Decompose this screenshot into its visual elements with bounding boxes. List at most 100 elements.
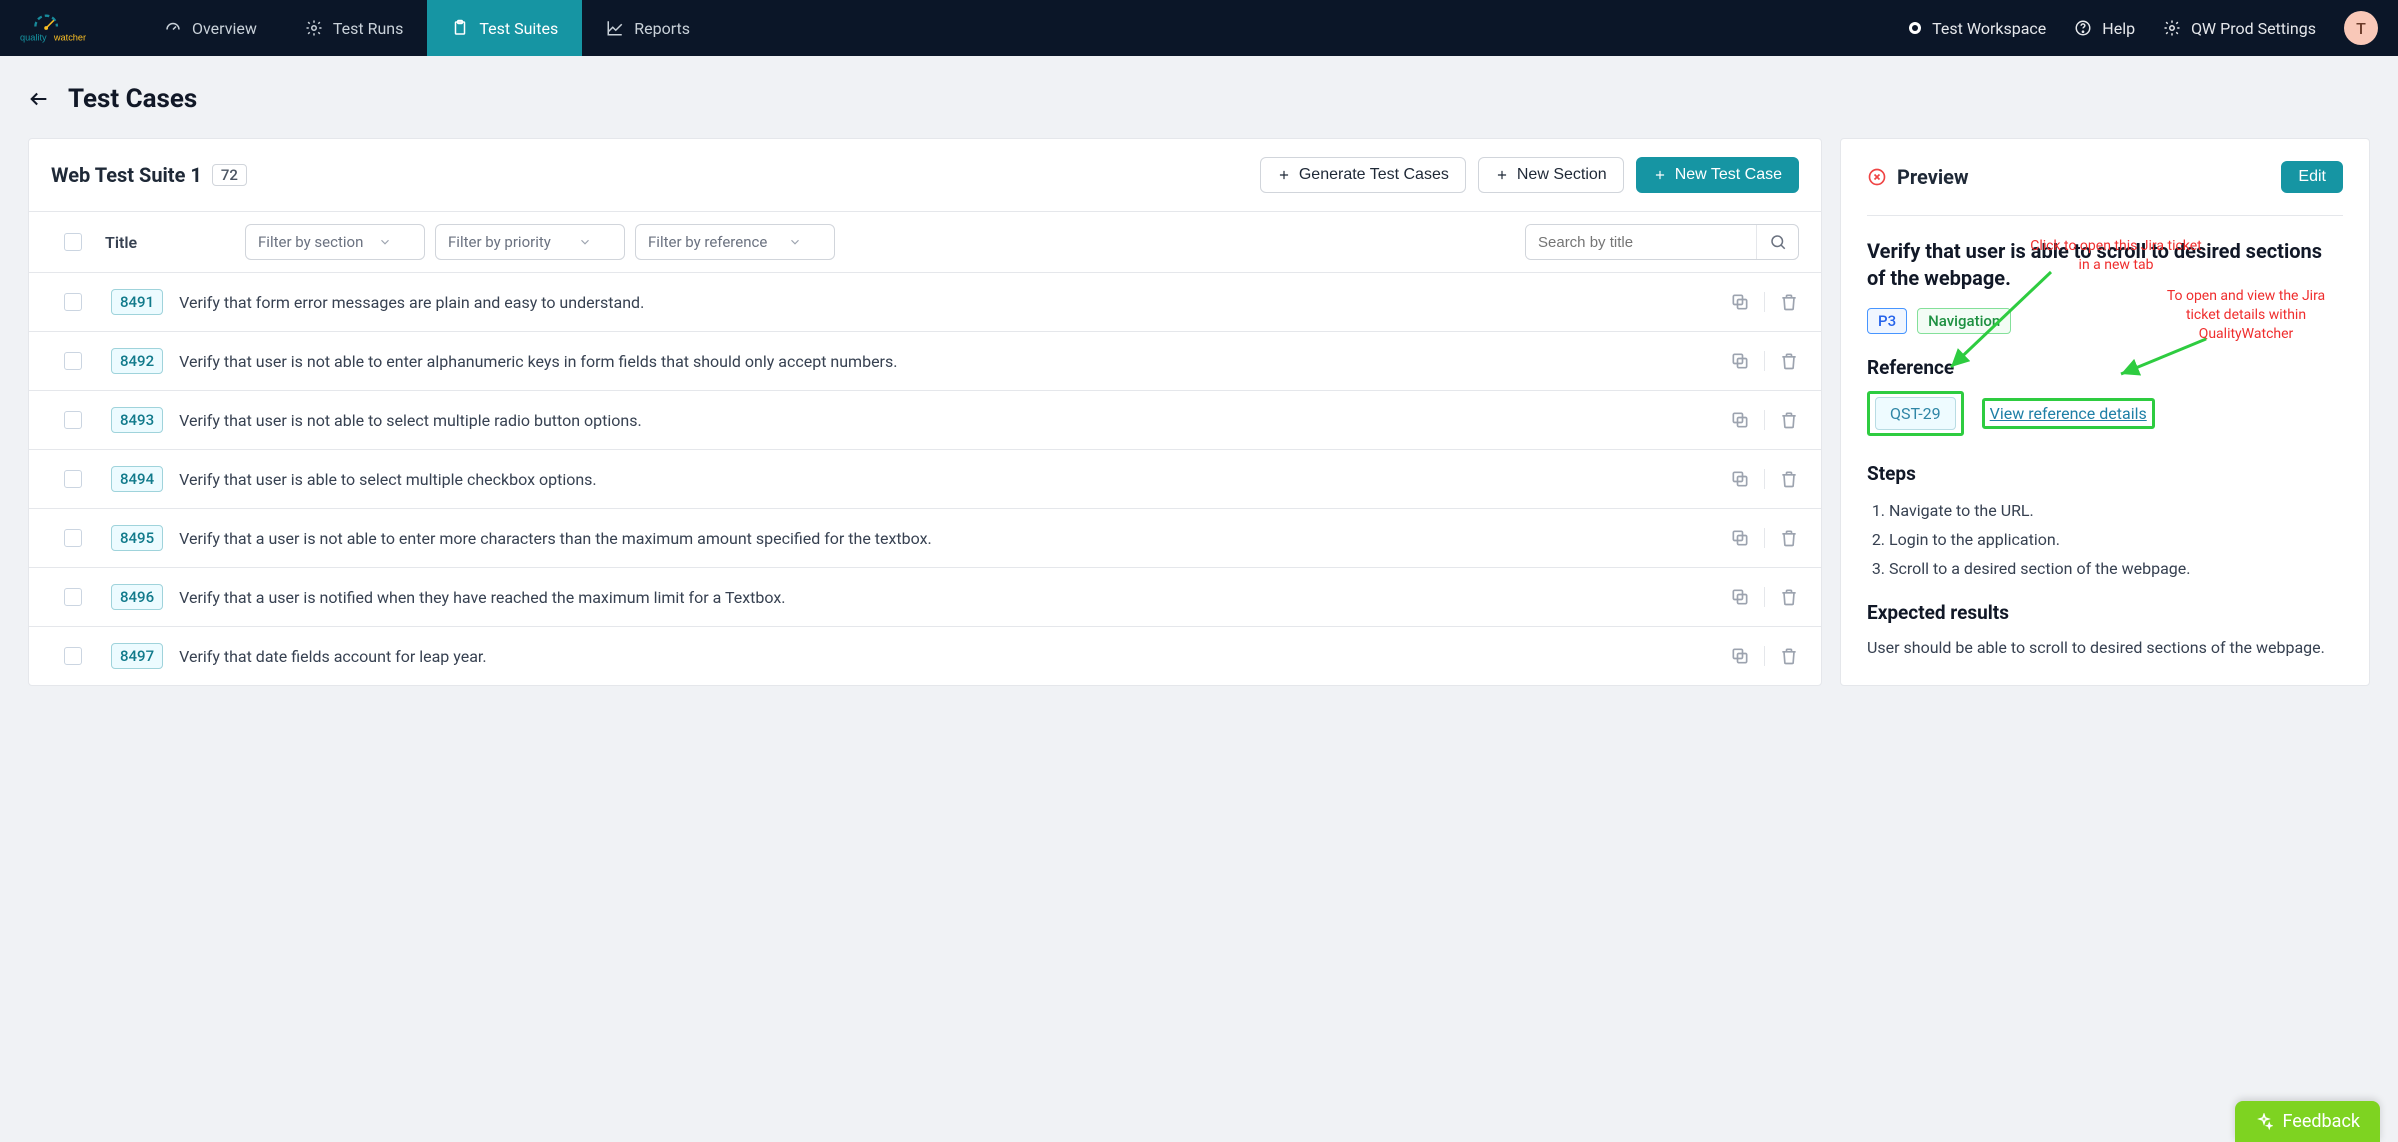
- row-checkbox[interactable]: [64, 293, 82, 311]
- button-label: New Test Case: [1675, 166, 1782, 184]
- plus-icon: [1277, 168, 1291, 182]
- nav-tab-label: Test Suites: [479, 19, 558, 38]
- delete-icon[interactable]: [1779, 587, 1799, 607]
- test-case-title: Verify that user is able to select multi…: [179, 470, 1714, 489]
- test-case-row[interactable]: 8496 Verify that a user is notified when…: [29, 568, 1821, 627]
- delete-icon[interactable]: [1779, 528, 1799, 548]
- feedback-button[interactable]: Feedback: [2235, 1101, 2380, 1142]
- test-case-title: Verify that date fields account for leap…: [179, 647, 1714, 666]
- close-icon[interactable]: [1867, 167, 1887, 187]
- row-checkbox[interactable]: [64, 588, 82, 606]
- brand-logo: quality watcher: [0, 11, 140, 45]
- filter-reference-select[interactable]: Filter by reference: [635, 224, 835, 260]
- feedback-label: Feedback: [2283, 1111, 2360, 1132]
- delete-icon[interactable]: [1779, 351, 1799, 371]
- row-checkbox[interactable]: [64, 352, 82, 370]
- copy-icon[interactable]: [1730, 351, 1750, 371]
- test-case-row[interactable]: 8493 Verify that user is not able to sel…: [29, 391, 1821, 450]
- step-item: Login to the application.: [1889, 526, 2343, 553]
- test-case-id-chip[interactable]: 8492: [111, 348, 163, 374]
- topnav: quality watcher Overview Test Runs Test …: [0, 0, 2398, 56]
- divider: [1764, 292, 1765, 312]
- search-button[interactable]: [1756, 225, 1798, 259]
- copy-icon[interactable]: [1730, 292, 1750, 312]
- filter-priority-select[interactable]: Filter by priority: [435, 224, 625, 260]
- chevron-down-icon: [788, 235, 802, 249]
- avatar[interactable]: T: [2344, 11, 2378, 45]
- test-case-row[interactable]: 8495 Verify that a user is not able to e…: [29, 509, 1821, 568]
- copy-icon[interactable]: [1730, 410, 1750, 430]
- copy-icon[interactable]: [1730, 528, 1750, 548]
- help-icon: [2074, 19, 2092, 37]
- back-arrow-icon[interactable]: [28, 88, 50, 110]
- test-case-id-chip[interactable]: 8491: [111, 289, 163, 315]
- new-section-button[interactable]: New Section: [1478, 157, 1624, 193]
- delete-icon[interactable]: [1779, 410, 1799, 430]
- expected-body: User should be able to scroll to desired…: [1867, 636, 2343, 660]
- step-item: Scroll to a desired section of the webpa…: [1889, 555, 2343, 582]
- copy-icon[interactable]: [1730, 587, 1750, 607]
- test-case-id-chip[interactable]: 8494: [111, 466, 163, 492]
- reference-chip[interactable]: QST-29: [1875, 397, 1956, 430]
- row-checkbox[interactable]: [64, 470, 82, 488]
- divider: [1764, 410, 1765, 430]
- test-case-row[interactable]: 8492 Verify that user is not able to ent…: [29, 332, 1821, 391]
- divider: [1764, 528, 1765, 548]
- help-link[interactable]: Help: [2074, 19, 2135, 38]
- category-tag: Navigation: [1917, 308, 2011, 334]
- reference-header: Reference: [1867, 356, 2343, 379]
- nav-tab-test-runs[interactable]: Test Runs: [281, 0, 428, 56]
- workspace-selector[interactable]: Test Workspace: [1908, 19, 2046, 38]
- generate-test-cases-button[interactable]: Generate Test Cases: [1260, 157, 1466, 193]
- nav-tab-overview[interactable]: Overview: [140, 0, 281, 56]
- preview-header: Preview: [1897, 165, 1969, 189]
- test-case-row[interactable]: 8497 Verify that date fields account for…: [29, 627, 1821, 685]
- page-header: Test Cases: [28, 84, 2370, 114]
- chevron-down-icon: [378, 235, 392, 249]
- delete-icon[interactable]: [1779, 469, 1799, 489]
- nav-tab-reports[interactable]: Reports: [582, 0, 714, 56]
- test-case-title: Verify that form error messages are plai…: [179, 293, 1714, 312]
- search-input[interactable]: [1526, 225, 1756, 259]
- test-case-title: Verify that a user is not able to enter …: [179, 529, 1714, 548]
- select-placeholder: Filter by priority: [448, 233, 551, 251]
- copy-icon[interactable]: [1730, 469, 1750, 489]
- divider: [1764, 469, 1765, 489]
- row-checkbox[interactable]: [64, 411, 82, 429]
- test-case-id-chip[interactable]: 8496: [111, 584, 163, 610]
- svg-text:watcher: watcher: [53, 32, 86, 42]
- copy-icon[interactable]: [1730, 646, 1750, 666]
- sparkle-icon: [2255, 1113, 2273, 1131]
- new-test-case-button[interactable]: New Test Case: [1636, 157, 1799, 193]
- test-case-id-chip[interactable]: 8497: [111, 643, 163, 669]
- test-case-row[interactable]: 8494 Verify that user is able to select …: [29, 450, 1821, 509]
- step-item: Navigate to the URL.: [1889, 497, 2343, 524]
- dot-icon: [1908, 21, 1922, 35]
- nav-tab-test-suites[interactable]: Test Suites: [427, 0, 582, 56]
- filter-section-select[interactable]: Filter by section: [245, 224, 425, 260]
- row-checkbox[interactable]: [64, 529, 82, 547]
- settings-link[interactable]: QW Prod Settings: [2163, 19, 2316, 38]
- workspace-name: Test Workspace: [1932, 19, 2046, 38]
- select-placeholder: Filter by section: [258, 233, 363, 251]
- gear-icon: [305, 19, 323, 37]
- test-case-id-chip[interactable]: 8495: [111, 525, 163, 551]
- nav-tab-label: Test Runs: [333, 19, 404, 38]
- suite-count-badge: 72: [212, 164, 247, 186]
- select-all-checkbox[interactable]: [64, 233, 82, 251]
- test-case-list: 8491 Verify that form error messages are…: [29, 273, 1821, 685]
- delete-icon[interactable]: [1779, 646, 1799, 666]
- clipboard-icon: [451, 19, 469, 37]
- view-reference-details-link[interactable]: View reference details: [1990, 404, 2147, 423]
- button-label: Generate Test Cases: [1299, 166, 1449, 184]
- delete-icon[interactable]: [1779, 292, 1799, 312]
- nav-right: Test Workspace Help QW Prod Settings T: [1908, 11, 2378, 45]
- test-case-row[interactable]: 8491 Verify that form error messages are…: [29, 273, 1821, 332]
- steps-header: Steps: [1867, 462, 2343, 485]
- row-checkbox[interactable]: [64, 647, 82, 665]
- test-case-id-chip[interactable]: 8493: [111, 407, 163, 433]
- plus-icon: [1653, 168, 1667, 182]
- suite-name: Web Test Suite 1: [51, 163, 202, 187]
- page-title: Test Cases: [68, 84, 197, 114]
- edit-button[interactable]: Edit: [2281, 161, 2343, 193]
